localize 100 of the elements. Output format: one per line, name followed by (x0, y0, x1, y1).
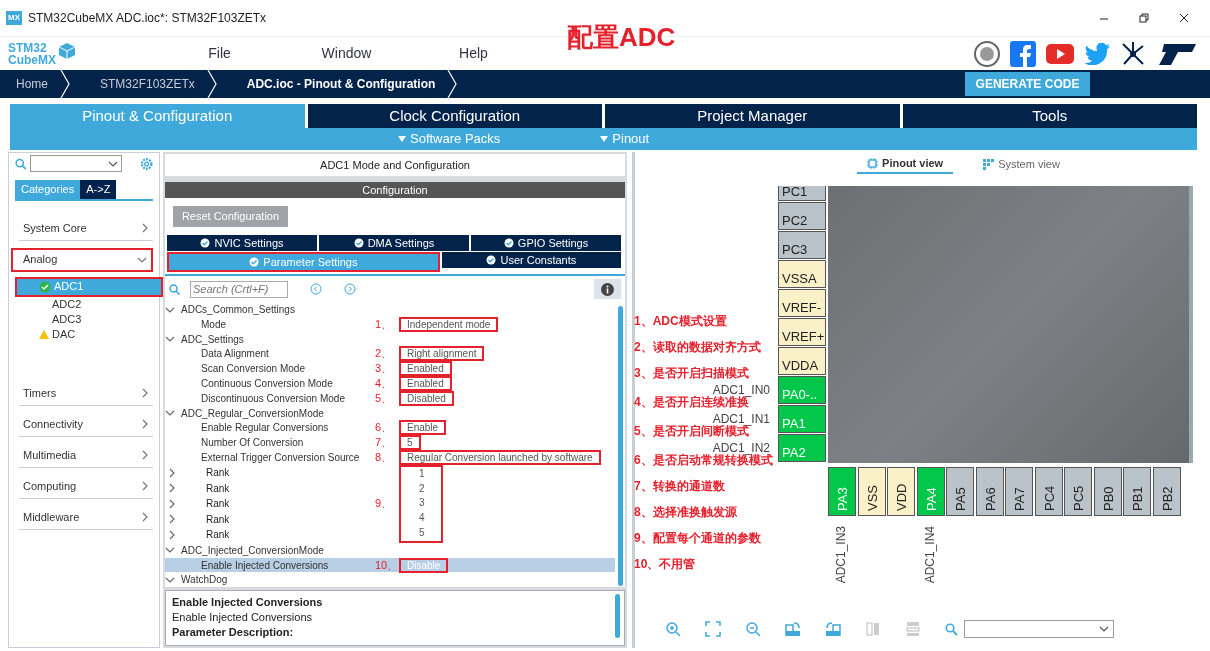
chevron-icon[interactable] (137, 255, 147, 264)
parameter-value[interactable]: Regular Conversion launched by software (399, 449, 601, 465)
chevron-icon[interactable] (1099, 625, 1109, 633)
pin[interactable]: VREF- (778, 289, 826, 317)
settings-tab[interactable]: GPIO Settings (471, 235, 621, 251)
network-icon[interactable] (1120, 40, 1146, 67)
parameter-value[interactable]: Enabled (399, 376, 452, 391)
pin[interactable]: PC5 (1064, 467, 1092, 516)
settings-tab[interactable]: User Constants (441, 252, 621, 268)
youtube-icon[interactable] (1046, 43, 1074, 64)
parameter-row[interactable]: Data Alignment 2、 Right alignment (165, 346, 615, 362)
rank-value[interactable]: 3 (419, 496, 425, 512)
search-icon[interactable] (945, 622, 958, 636)
badge-icon[interactable] (974, 40, 1000, 67)
chevron-icon[interactable] (141, 481, 149, 491)
chevron-icon[interactable] (141, 419, 149, 429)
category-item[interactable]: System Core (19, 216, 153, 241)
chevron-icon[interactable] (165, 335, 175, 344)
breadcrumb-link[interactable]: Home (16, 75, 48, 93)
pin[interactable]: PB2 (1152, 467, 1181, 516)
pin[interactable]: PA5 (946, 467, 974, 516)
rotate-left-icon[interactable] (825, 621, 841, 637)
pin[interactable]: VDD (887, 467, 915, 516)
chevron-icon[interactable] (168, 529, 176, 540)
menu-item[interactable]: Window (283, 43, 410, 64)
rank-value[interactable]: 2 (419, 481, 425, 497)
category-item[interactable]: Timers (19, 381, 153, 406)
parameter-value[interactable]: Right alignment (399, 346, 485, 362)
pin[interactable]: VDDA (778, 347, 826, 375)
search-icon[interactable] (169, 283, 180, 295)
settings-tab[interactable]: DMA Settings (319, 235, 469, 251)
pin[interactable]: PB1 (1123, 467, 1151, 516)
rank-value[interactable]: 1 (419, 466, 425, 482)
info-icon[interactable] (601, 283, 614, 297)
pin[interactable]: VREF+ (778, 318, 826, 346)
category-item[interactable]: Analog (11, 247, 153, 272)
search-field[interactable]: Search (Crtl+F) (190, 280, 288, 298)
main-tab[interactable]: Clock Configuration (307, 104, 602, 128)
pin[interactable]: PB0 (1093, 467, 1122, 516)
close-icon[interactable] (1178, 13, 1190, 23)
chevron-icon[interactable] (141, 512, 149, 522)
chevron-icon[interactable] (165, 409, 175, 418)
chevron-icon[interactable] (141, 450, 149, 460)
pin[interactable]: PC1 (778, 186, 826, 201)
parameter-row[interactable]: External Trigger Conversion Source 8、 Regular Conversion launched by software (165, 449, 615, 465)
parameter-value[interactable]: Independent mode (399, 316, 499, 332)
pin[interactable]: PC4 (1034, 467, 1063, 516)
pin[interactable]: VSS (857, 467, 886, 516)
brand-logo-icon[interactable] (1156, 41, 1198, 66)
breadcrumb-link[interactable]: ADC.ioc - Pinout & Configuration (246, 75, 436, 93)
category-item[interactable]: Middleware (19, 505, 153, 530)
menu-item[interactable]: Help (410, 43, 537, 64)
category-item[interactable]: Multimedia (19, 443, 153, 468)
parameter-row[interactable]: Discontinuous Conversion Mode 5、 Disabled (165, 390, 615, 406)
chevron-icon[interactable] (168, 483, 176, 494)
bird-icon[interactable] (1084, 42, 1110, 65)
parameter-value[interactable]: Disabled (399, 390, 454, 406)
chevron-icon[interactable] (107, 159, 118, 168)
rank-value[interactable]: 4 (419, 511, 425, 526)
parameter-value[interactable]: Enabled (399, 361, 452, 377)
parameter-value[interactable]: Enable (399, 420, 447, 436)
rank-value[interactable]: 5 (419, 525, 425, 541)
chevron-icon[interactable] (165, 546, 175, 555)
peripheral-item[interactable]: ADC3 (35, 311, 147, 327)
chevron-icon[interactable] (165, 575, 175, 584)
menu-item[interactable]: File (156, 43, 283, 64)
parameter-value[interactable]: 5 (399, 435, 421, 451)
main-tab[interactable]: Tools (902, 104, 1197, 128)
settings-tab[interactable]: NVIC Settings (167, 235, 317, 251)
rotate-right-icon[interactable] (785, 621, 801, 637)
parameter-row[interactable]: Continuous Conversion Mode 4、 Enabled (165, 376, 615, 391)
category-item[interactable]: Connectivity (19, 412, 153, 437)
pin[interactable]: PC3 (778, 231, 826, 259)
view-tab[interactable]: System view (973, 154, 1070, 174)
parameter-row[interactable]: Number Of Conversion 7、 5 (165, 435, 615, 450)
pin[interactable]: PA7 (1005, 467, 1033, 516)
pin[interactable]: VSSA (778, 260, 826, 288)
chevron-icon[interactable] (168, 498, 176, 509)
chevron-icon[interactable] (165, 305, 175, 314)
facebook-icon[interactable] (1010, 40, 1036, 67)
parameter-row[interactable]: Scan Conversion Mode 3、 Enabled (165, 361, 615, 376)
chevron-icon[interactable] (168, 514, 176, 525)
breadcrumb-link[interactable]: STM32F103ZETx (100, 75, 195, 93)
pin[interactable]: PA6 (975, 467, 1004, 516)
chevron-icon[interactable] (141, 388, 149, 398)
chevron-icon[interactable] (141, 223, 149, 233)
scrollbar[interactable] (618, 306, 623, 586)
parameter-row[interactable]: Enable Regular Conversions 6、 Enable (165, 420, 615, 436)
main-tab[interactable]: Project Manager (605, 104, 900, 128)
restore-icon[interactable] (1138, 13, 1150, 23)
zoom-in-icon[interactable] (665, 621, 681, 637)
scrollbar[interactable] (615, 594, 620, 638)
peripheral-item[interactable]: ADC2 (35, 296, 147, 312)
pin[interactable]: PC2 (778, 202, 826, 230)
view-tab[interactable]: Pinout view (857, 153, 954, 175)
zoom-out-icon[interactable] (745, 621, 761, 637)
sidebar-tab[interactable]: A->Z (80, 180, 117, 199)
search-icon[interactable] (15, 157, 27, 170)
settings-icon[interactable] (139, 156, 153, 171)
chevron-icon[interactable] (168, 467, 176, 478)
